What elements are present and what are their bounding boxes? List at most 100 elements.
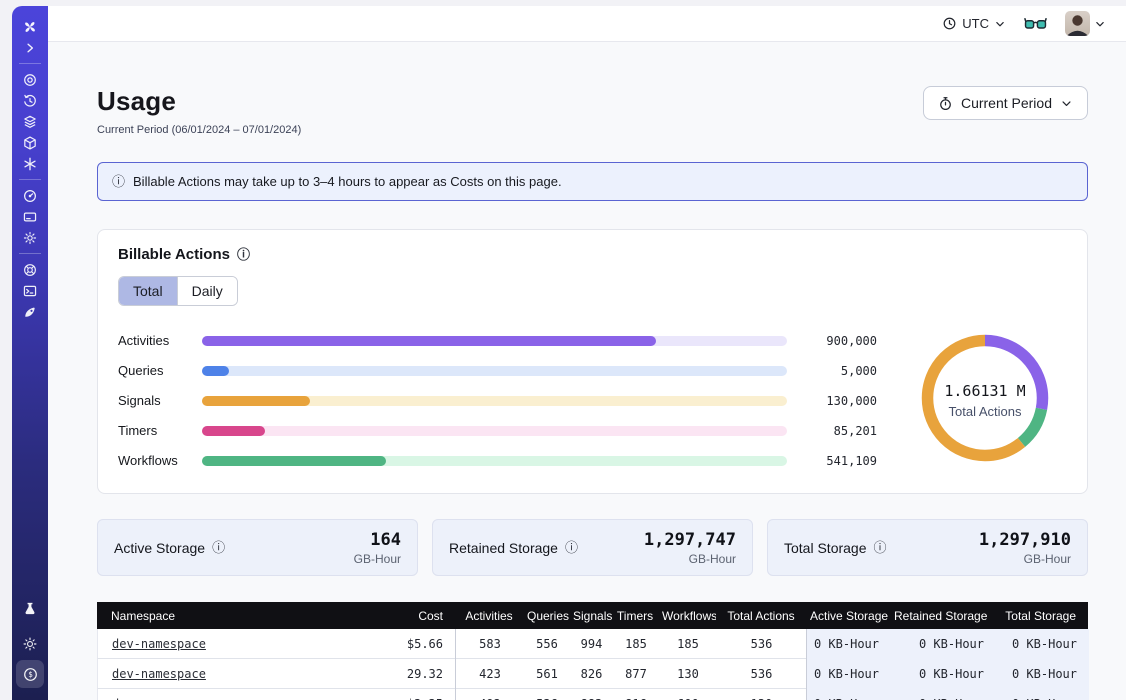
table-row: dev-namespace$5.665835569941851855360 KB…: [97, 629, 1088, 659]
sidebar-bottom-group: $: [16, 599, 44, 689]
namespace-link[interactable]: dev-namespace: [112, 637, 206, 651]
cell-retained_storage: 0 KB-Hour: [891, 629, 996, 659]
page-subtitle: Current Period (06/01/2024 – 07/01/2024): [97, 124, 301, 136]
bar-fill: [202, 456, 386, 466]
column-header-queries: Queries: [523, 609, 569, 623]
column-header-total_storage: Total Storage: [995, 609, 1088, 623]
nexus-asterisk-icon[interactable]: [22, 156, 38, 172]
metrics-gauge-icon[interactable]: [22, 188, 38, 204]
bar-track: [202, 396, 787, 406]
bar-value: 5,000: [795, 364, 877, 378]
sidebar-divider: [19, 63, 41, 64]
bar-track: [202, 456, 787, 466]
usage-page: Usage Current Period (06/01/2024 – 07/01…: [48, 42, 1126, 700]
bar-value: 900,000: [795, 334, 877, 348]
topbar: UTC: [48, 6, 1126, 42]
cell-namespace: dev-namespace: [98, 667, 366, 681]
table-row: dev-namespace$3.354925368838166001300 KB…: [97, 689, 1088, 700]
bar-row: Workflows541,109: [118, 453, 877, 468]
bar-label: Timers: [118, 423, 194, 438]
bar-row: Activities 900,000: [118, 333, 877, 348]
bar-label: Signals: [118, 393, 194, 408]
billable-tabs: Total Daily: [118, 276, 238, 306]
bar-label: Activities: [118, 333, 194, 348]
period-dropdown-button[interactable]: Current Period: [923, 86, 1088, 120]
layers-icon[interactable]: [22, 114, 38, 130]
usage-table-body: dev-namespace$5.665835569941851855360 KB…: [97, 629, 1088, 700]
temporal-logo-icon[interactable]: [22, 19, 38, 35]
cell-total_storage: 0 KB-Hour: [996, 659, 1089, 689]
namespace-usage-table: NamespaceCostActivitiesQueriesSignalsTim…: [97, 602, 1088, 700]
total-actions-donut: 1.66131 M Total Actions: [909, 322, 1061, 479]
info-icon[interactable]: ⓘ: [565, 541, 578, 554]
bar-label: Queries: [118, 363, 194, 378]
bar-row: Timers 85,201: [118, 423, 877, 438]
sidebar: $: [12, 6, 48, 700]
total-storage-card: Total Storageⓘ 1,297,910GB-Hour: [767, 519, 1088, 576]
settings-gear-icon[interactable]: [22, 230, 38, 246]
timezone-label: UTC: [962, 16, 989, 31]
total-storage-unit: GB-Hour: [979, 552, 1071, 566]
active-storage-value: 164: [354, 530, 401, 550]
tab-total[interactable]: Total: [119, 277, 177, 305]
active-storage-label: Active Storage: [114, 540, 205, 556]
billing-card-icon[interactable]: [22, 209, 38, 225]
terminal-icon[interactable]: [22, 283, 38, 299]
user-menu[interactable]: [1065, 11, 1106, 36]
bar-value: 541,109: [795, 454, 877, 468]
total-storage-value: 1,297,910: [979, 530, 1071, 550]
page-title: Usage: [97, 86, 301, 117]
column-header-timers: Timers: [612, 609, 658, 623]
info-icon[interactable]: ⓘ: [212, 541, 225, 554]
cell-signals: 994: [570, 637, 613, 651]
cell-total_storage: 0 KB-Hour: [996, 689, 1089, 700]
bar-track: [202, 336, 787, 346]
donut-total-value: 1.66131 M: [944, 382, 1025, 400]
cell-cost: $3.35: [366, 689, 456, 700]
namespace-link[interactable]: dev-namespace: [112, 667, 206, 681]
bar-row: Signals 130,000: [118, 393, 877, 408]
usage-dollar-icon[interactable]: $: [16, 660, 44, 688]
info-icon[interactable]: ⓘ: [874, 541, 887, 554]
column-header-active_storage: Active Storage: [806, 609, 890, 623]
feedback-glasses-icon[interactable]: [1024, 17, 1047, 31]
info-icon[interactable]: ⓘ: [237, 248, 250, 261]
donut-total-label: Total Actions: [949, 404, 1022, 419]
support-lifebuoy-icon[interactable]: [22, 262, 38, 278]
cell-total_actions: 536: [717, 659, 807, 689]
bar-track: [202, 366, 787, 376]
sidebar-divider: [19, 179, 41, 180]
clock-icon: [942, 16, 957, 31]
theme-sun-icon[interactable]: [22, 636, 38, 652]
expand-chevron-icon[interactable]: [22, 40, 38, 56]
cell-cost: 29.32: [366, 659, 456, 689]
schedules-icon[interactable]: [22, 93, 38, 109]
avatar: [1065, 11, 1090, 36]
banner-text: Billable Actions may take up to 3–4 hour…: [133, 174, 562, 189]
tab-daily[interactable]: Daily: [177, 277, 237, 305]
active-storage-card: Active Storageⓘ 164GB-Hour: [97, 519, 418, 576]
column-header-retained_storage: Retained Storage: [890, 609, 995, 623]
bar-value: 130,000: [795, 394, 877, 408]
deployments-cube-icon[interactable]: [22, 135, 38, 151]
namespaces-icon[interactable]: [22, 72, 38, 88]
chevron-down-icon: [1060, 97, 1073, 110]
getting-started-rocket-icon[interactable]: [22, 304, 38, 320]
labs-flask-icon[interactable]: [22, 601, 38, 617]
column-header-namespace: Namespace: [97, 609, 365, 623]
svg-text:$: $: [28, 670, 33, 679]
sidebar-divider: [19, 253, 41, 254]
bar-track: [202, 426, 787, 436]
retained-storage-label: Retained Storage: [449, 540, 558, 556]
bar-value: 85,201: [795, 424, 877, 438]
cell-workflows: 185: [659, 637, 717, 651]
cell-active_storage: 0 KB-Hour: [807, 659, 891, 689]
timezone-selector[interactable]: UTC: [942, 16, 1006, 31]
table-row: dev-namespace29.324235618268771305360 KB…: [97, 659, 1088, 689]
info-banner: ⓘ Billable Actions may take up to 3–4 ho…: [97, 162, 1088, 201]
column-header-signals: Signals: [569, 609, 612, 623]
cell-queries: 561: [524, 667, 570, 681]
usage-table-header: NamespaceCostActivitiesQueriesSignalsTim…: [97, 602, 1088, 629]
cell-timers: 877: [613, 667, 659, 681]
chevron-down-icon: [1094, 18, 1106, 30]
